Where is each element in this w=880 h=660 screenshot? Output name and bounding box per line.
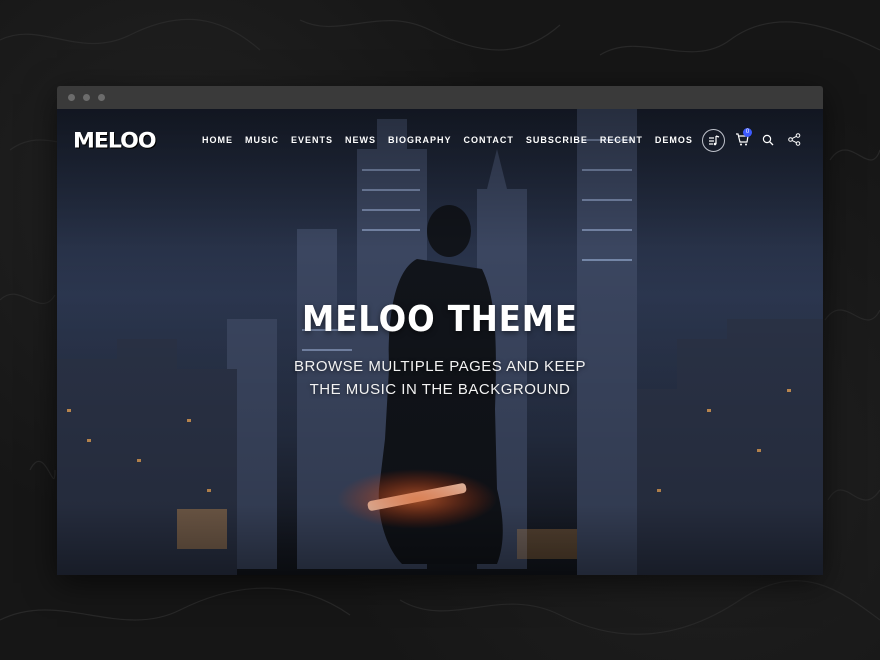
search-icon[interactable] [762, 133, 774, 151]
browser-chrome [57, 86, 823, 109]
header-tools: 0 [702, 128, 812, 153]
nav-item-subscribe[interactable]: SUBSCRIBE [526, 135, 588, 145]
browser-window: MELOO HOME MUSIC EVENTS NEWS BIOGRAPHY C… [57, 86, 823, 575]
window-close-dot[interactable] [68, 94, 75, 101]
playlist-icon[interactable] [702, 129, 725, 152]
nav-item-contact[interactable]: CONTACT [464, 135, 514, 145]
website-viewport: MELOO HOME MUSIC EVENTS NEWS BIOGRAPHY C… [57, 109, 823, 575]
nav-item-events[interactable]: EVENTS [291, 135, 333, 145]
hero-background-image [57, 109, 823, 575]
hero-title: MELOO THEME [302, 299, 578, 340]
nav-item-demos[interactable]: DEMOS [655, 135, 693, 145]
window-maximize-dot[interactable] [98, 94, 105, 101]
nav-item-recent[interactable]: RECENT [600, 135, 643, 145]
nav-item-biography[interactable]: BIOGRAPHY [388, 135, 452, 145]
hero-subtitle: BROWSE MULTIPLE PAGES AND KEEP THE MUSIC… [293, 358, 587, 398]
site-logo[interactable]: MELOO [73, 130, 157, 154]
main-navigation: HOME MUSIC EVENTS NEWS BIOGRAPHY CONTACT… [202, 135, 705, 145]
nav-item-home[interactable]: HOME [202, 135, 233, 145]
nav-item-music[interactable]: MUSIC [245, 135, 279, 145]
nav-item-news[interactable]: NEWS [345, 135, 376, 145]
share-icon[interactable] [788, 133, 801, 151]
cart-count-badge: 0 [743, 128, 752, 137]
window-minimize-dot[interactable] [83, 94, 90, 101]
